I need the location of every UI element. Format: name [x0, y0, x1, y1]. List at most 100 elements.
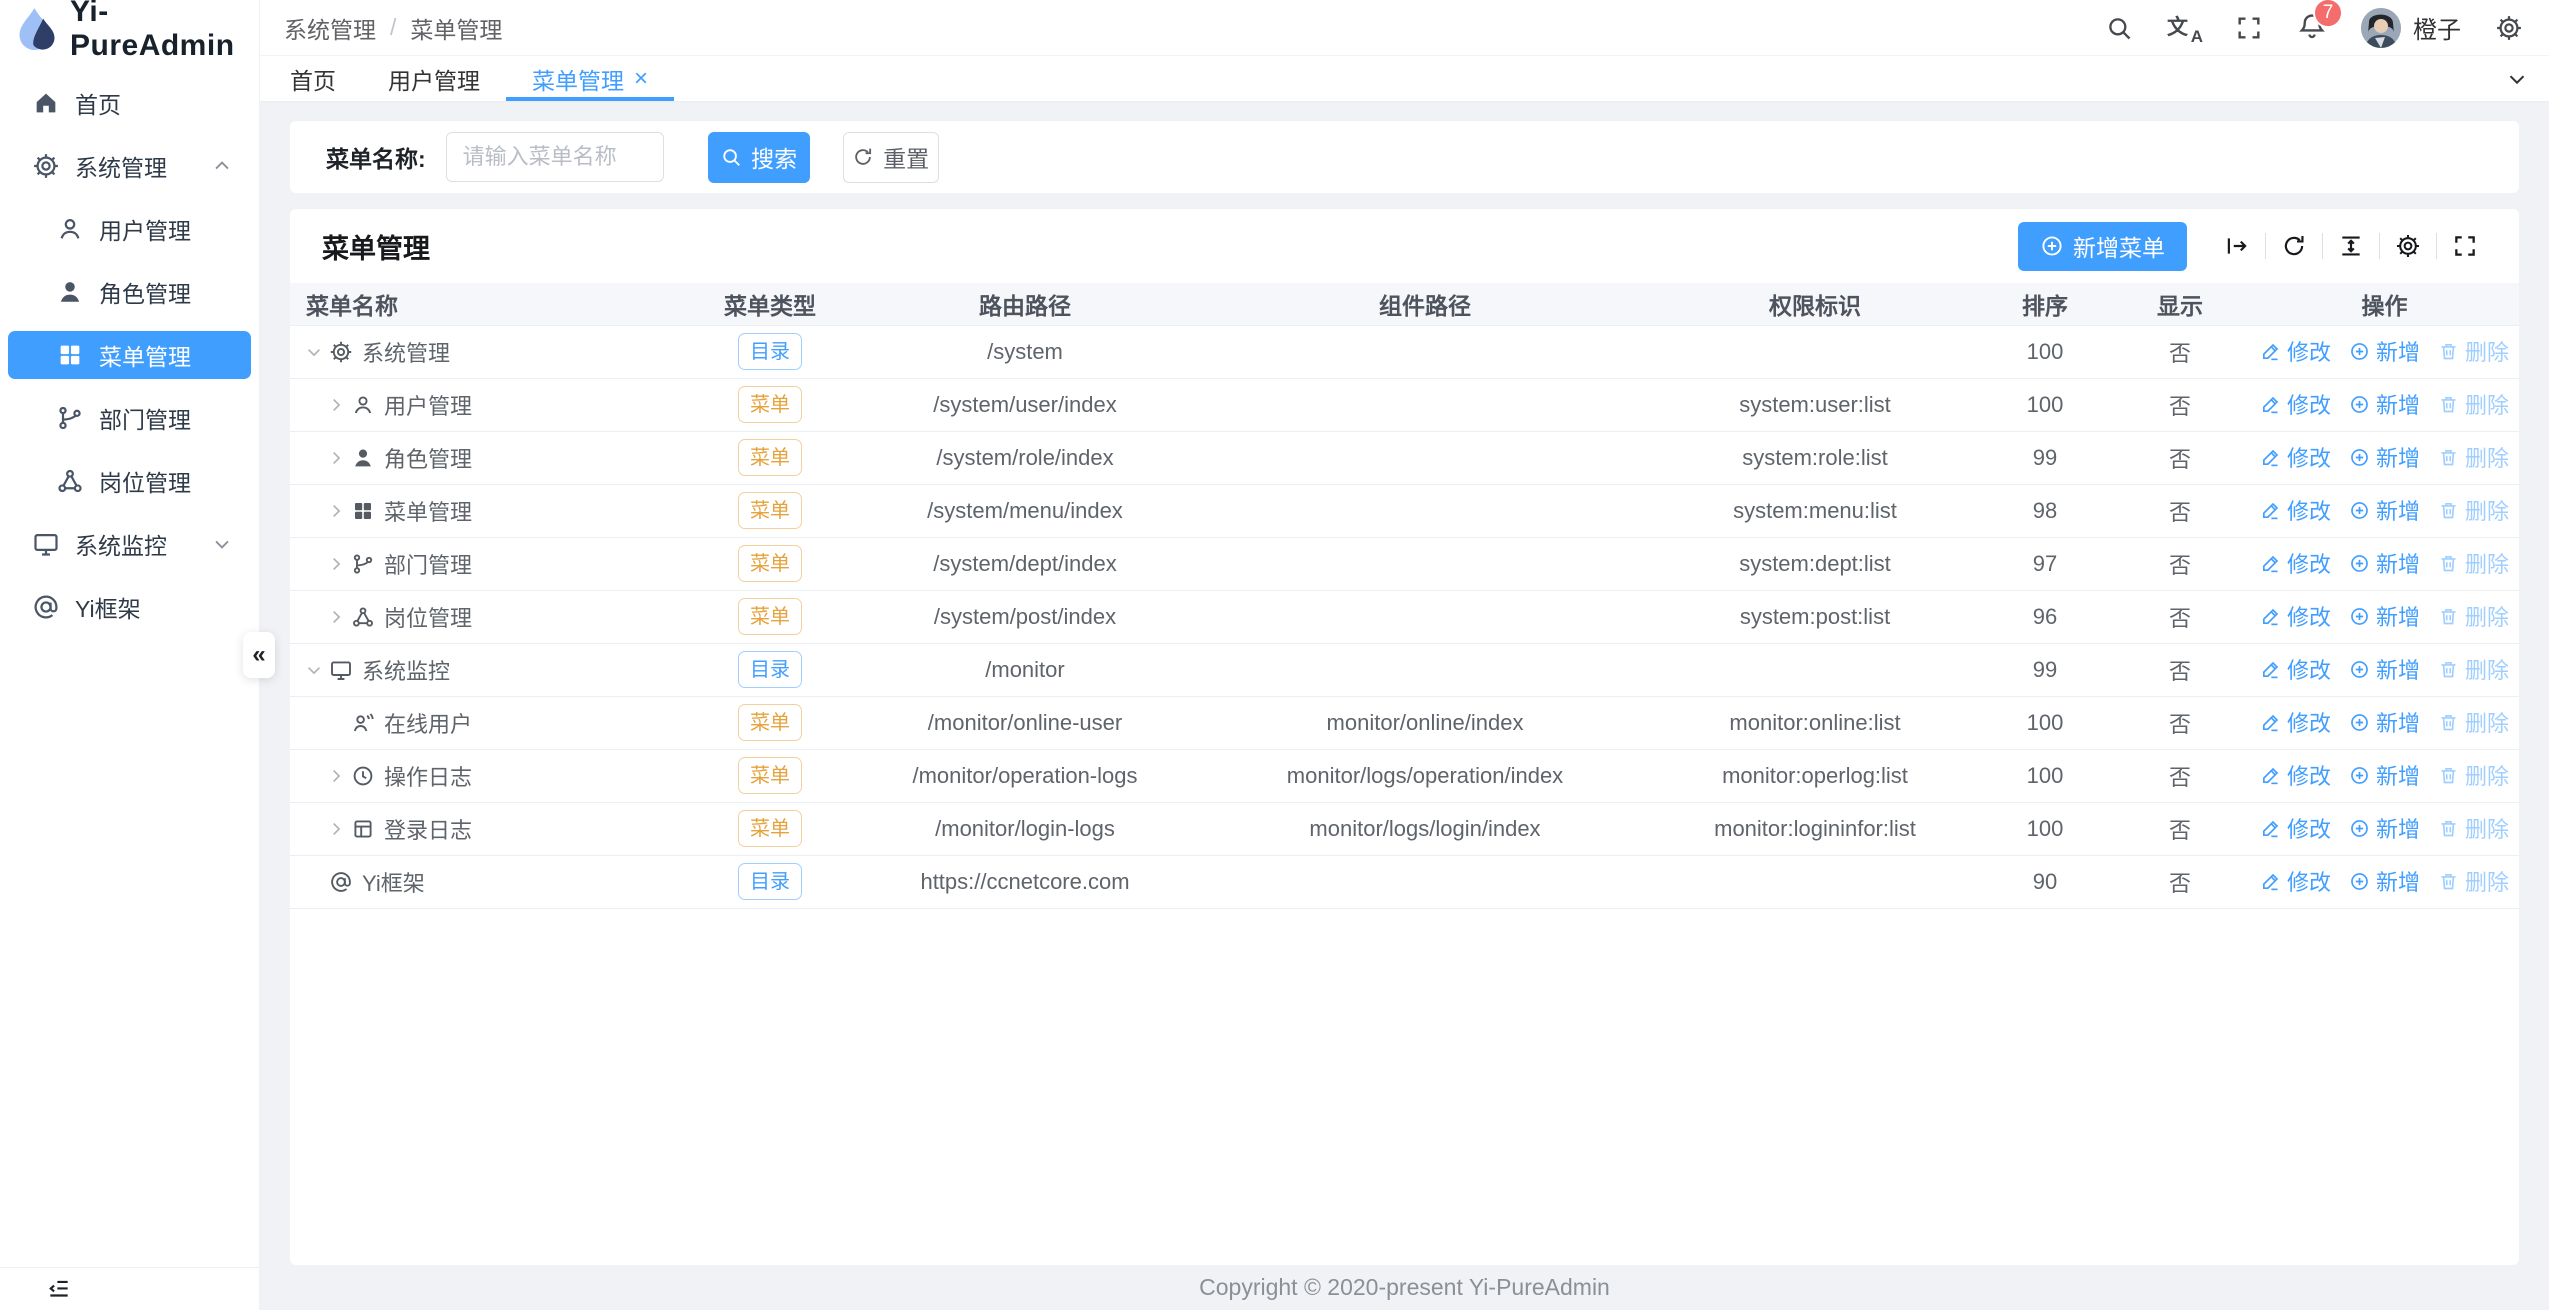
tabs-dropdown-chevron[interactable]: [2485, 56, 2549, 101]
trash-icon: [2438, 712, 2459, 733]
delete-link[interactable]: 删除: [2438, 600, 2509, 632]
branch-icon: [351, 552, 375, 576]
edit-link[interactable]: 修改: [2260, 388, 2331, 420]
ops-cell: 修改新增删除: [2250, 855, 2519, 908]
sidebar-item-2[interactable]: 用户管理: [8, 205, 251, 253]
caret-right-icon[interactable]: [326, 819, 346, 839]
sidebar-collapse-handle[interactable]: «: [243, 632, 275, 678]
edit-link[interactable]: 修改: [2260, 706, 2331, 738]
close-icon[interactable]: ×: [634, 67, 648, 91]
caret-down-icon[interactable]: [304, 342, 324, 362]
search-button-label: 搜索: [751, 140, 797, 174]
edit-link[interactable]: 修改: [2260, 547, 2331, 579]
add-link[interactable]: 新增: [2349, 335, 2420, 367]
user-menu[interactable]: 橙子: [2361, 8, 2461, 48]
menu-name-cell: 部门管理: [290, 538, 690, 590]
tab-2[interactable]: 菜单管理×: [506, 56, 674, 101]
menu-name-cell: 角色管理: [290, 432, 690, 484]
edit-link[interactable]: 修改: [2260, 494, 2331, 526]
caret-right-icon[interactable]: [326, 395, 346, 415]
permission-cell: system:dept:list: [1650, 537, 1980, 590]
translate-icon[interactable]: 文A: [2167, 13, 2201, 43]
edit-link[interactable]: 修改: [2260, 335, 2331, 367]
caret-right-icon[interactable]: [326, 607, 346, 627]
add-link[interactable]: 新增: [2349, 441, 2420, 473]
add-link[interactable]: 新增: [2349, 494, 2420, 526]
search-button[interactable]: 搜索: [708, 132, 810, 183]
add-link[interactable]: 新增: [2349, 547, 2420, 579]
delete-link[interactable]: 删除: [2438, 441, 2509, 473]
breadcrumb: 系统管理 / 菜单管理: [284, 11, 502, 45]
edit-link[interactable]: 修改: [2260, 759, 2331, 791]
logo[interactable]: Yi-PureAdmin: [0, 0, 259, 58]
edit-link[interactable]: 修改: [2260, 865, 2331, 897]
caret-down-icon[interactable]: [304, 660, 324, 680]
add-link[interactable]: 新增: [2349, 706, 2420, 738]
edit-link[interactable]: 修改: [2260, 600, 2331, 632]
table-head: 菜单名称菜单类型路由路径组件路径权限标识排序显示操作: [290, 283, 2519, 325]
column-settings-icon[interactable]: [2395, 233, 2421, 259]
sidebar-item-4[interactable]: 菜单管理: [8, 331, 251, 379]
delete-link[interactable]: 删除: [2438, 759, 2509, 791]
caret-right-icon[interactable]: [326, 766, 346, 786]
add-link[interactable]: 新增: [2349, 812, 2420, 844]
delete-link[interactable]: 删除: [2438, 653, 2509, 685]
trash-icon: [2438, 871, 2459, 892]
delete-link[interactable]: 删除: [2438, 706, 2509, 738]
grid-icon: [56, 341, 84, 369]
plus_circle-icon: [2349, 447, 2370, 468]
expand-all-icon[interactable]: [2224, 233, 2250, 259]
nodes-icon: [351, 605, 375, 629]
tab-1[interactable]: 用户管理: [362, 56, 506, 101]
sidebar-item-3[interactable]: 角色管理: [8, 268, 251, 316]
avatar[interactable]: [2361, 8, 2401, 48]
delete-link[interactable]: 删除: [2438, 335, 2509, 367]
sidebar-item-8[interactable]: Yi框架: [8, 583, 251, 631]
menu-table: 菜单名称菜单类型路由路径组件路径权限标识排序显示操作 系统管理目录/system…: [290, 283, 2519, 909]
breadcrumb-item-menu: 菜单管理: [410, 11, 502, 45]
caret-right-icon[interactable]: [326, 501, 346, 521]
sidebar-item-0[interactable]: 首页: [8, 79, 251, 127]
add-link[interactable]: 新增: [2349, 653, 2420, 685]
component-path-cell: [1200, 590, 1650, 643]
sidebar-item-6[interactable]: 岗位管理: [8, 457, 251, 505]
caret-right-icon[interactable]: [326, 554, 346, 574]
delete-link[interactable]: 删除: [2438, 547, 2509, 579]
caret-right-icon[interactable]: [326, 448, 346, 468]
add-link[interactable]: 新增: [2349, 759, 2420, 791]
add-link[interactable]: 新增: [2349, 865, 2420, 897]
reload-table-icon[interactable]: [2281, 233, 2307, 259]
add-label: 新增: [2376, 600, 2420, 632]
reset-button[interactable]: 重置: [843, 132, 939, 183]
settings-gear-icon[interactable]: [2495, 14, 2523, 42]
menu-name-input[interactable]: [446, 132, 664, 182]
sort-cell: 100: [1980, 696, 2110, 749]
add-label: 新增: [2376, 494, 2420, 526]
breadcrumb-item-system[interactable]: 系统管理: [284, 11, 376, 45]
plus_circle-icon: [2349, 765, 2370, 786]
delete-link[interactable]: 删除: [2438, 812, 2509, 844]
delete-label: 删除: [2465, 547, 2509, 579]
table-row: Yi框架目录https://ccnetcore.com90否修改新增删除: [290, 855, 2519, 908]
edit-link[interactable]: 修改: [2260, 653, 2331, 685]
delete-link[interactable]: 删除: [2438, 388, 2509, 420]
search-icon[interactable]: [2105, 14, 2133, 42]
sidebar-item-7[interactable]: 系统监控: [8, 520, 251, 568]
component-path-cell: [1200, 537, 1650, 590]
edit-link[interactable]: 修改: [2260, 441, 2331, 473]
collapse-menu-icon[interactable]: [46, 1276, 72, 1302]
sidebar-item-1[interactable]: 系统管理: [8, 142, 251, 190]
edit-link[interactable]: 修改: [2260, 812, 2331, 844]
add-menu-button[interactable]: 新增菜单: [2018, 222, 2187, 271]
delete-link[interactable]: 删除: [2438, 494, 2509, 526]
add-link[interactable]: 新增: [2349, 600, 2420, 632]
add-link[interactable]: 新增: [2349, 388, 2420, 420]
delete-link[interactable]: 删除: [2438, 865, 2509, 897]
tab-0[interactable]: 首页: [264, 56, 362, 101]
sidebar-item-5[interactable]: 部门管理: [8, 394, 251, 442]
fullscreen-icon[interactable]: [2235, 14, 2263, 42]
row-density-icon[interactable]: [2338, 233, 2364, 259]
add-label: 新增: [2376, 441, 2420, 473]
table-fullscreen-icon[interactable]: [2452, 233, 2478, 259]
notifications[interactable]: 7: [2297, 10, 2327, 46]
